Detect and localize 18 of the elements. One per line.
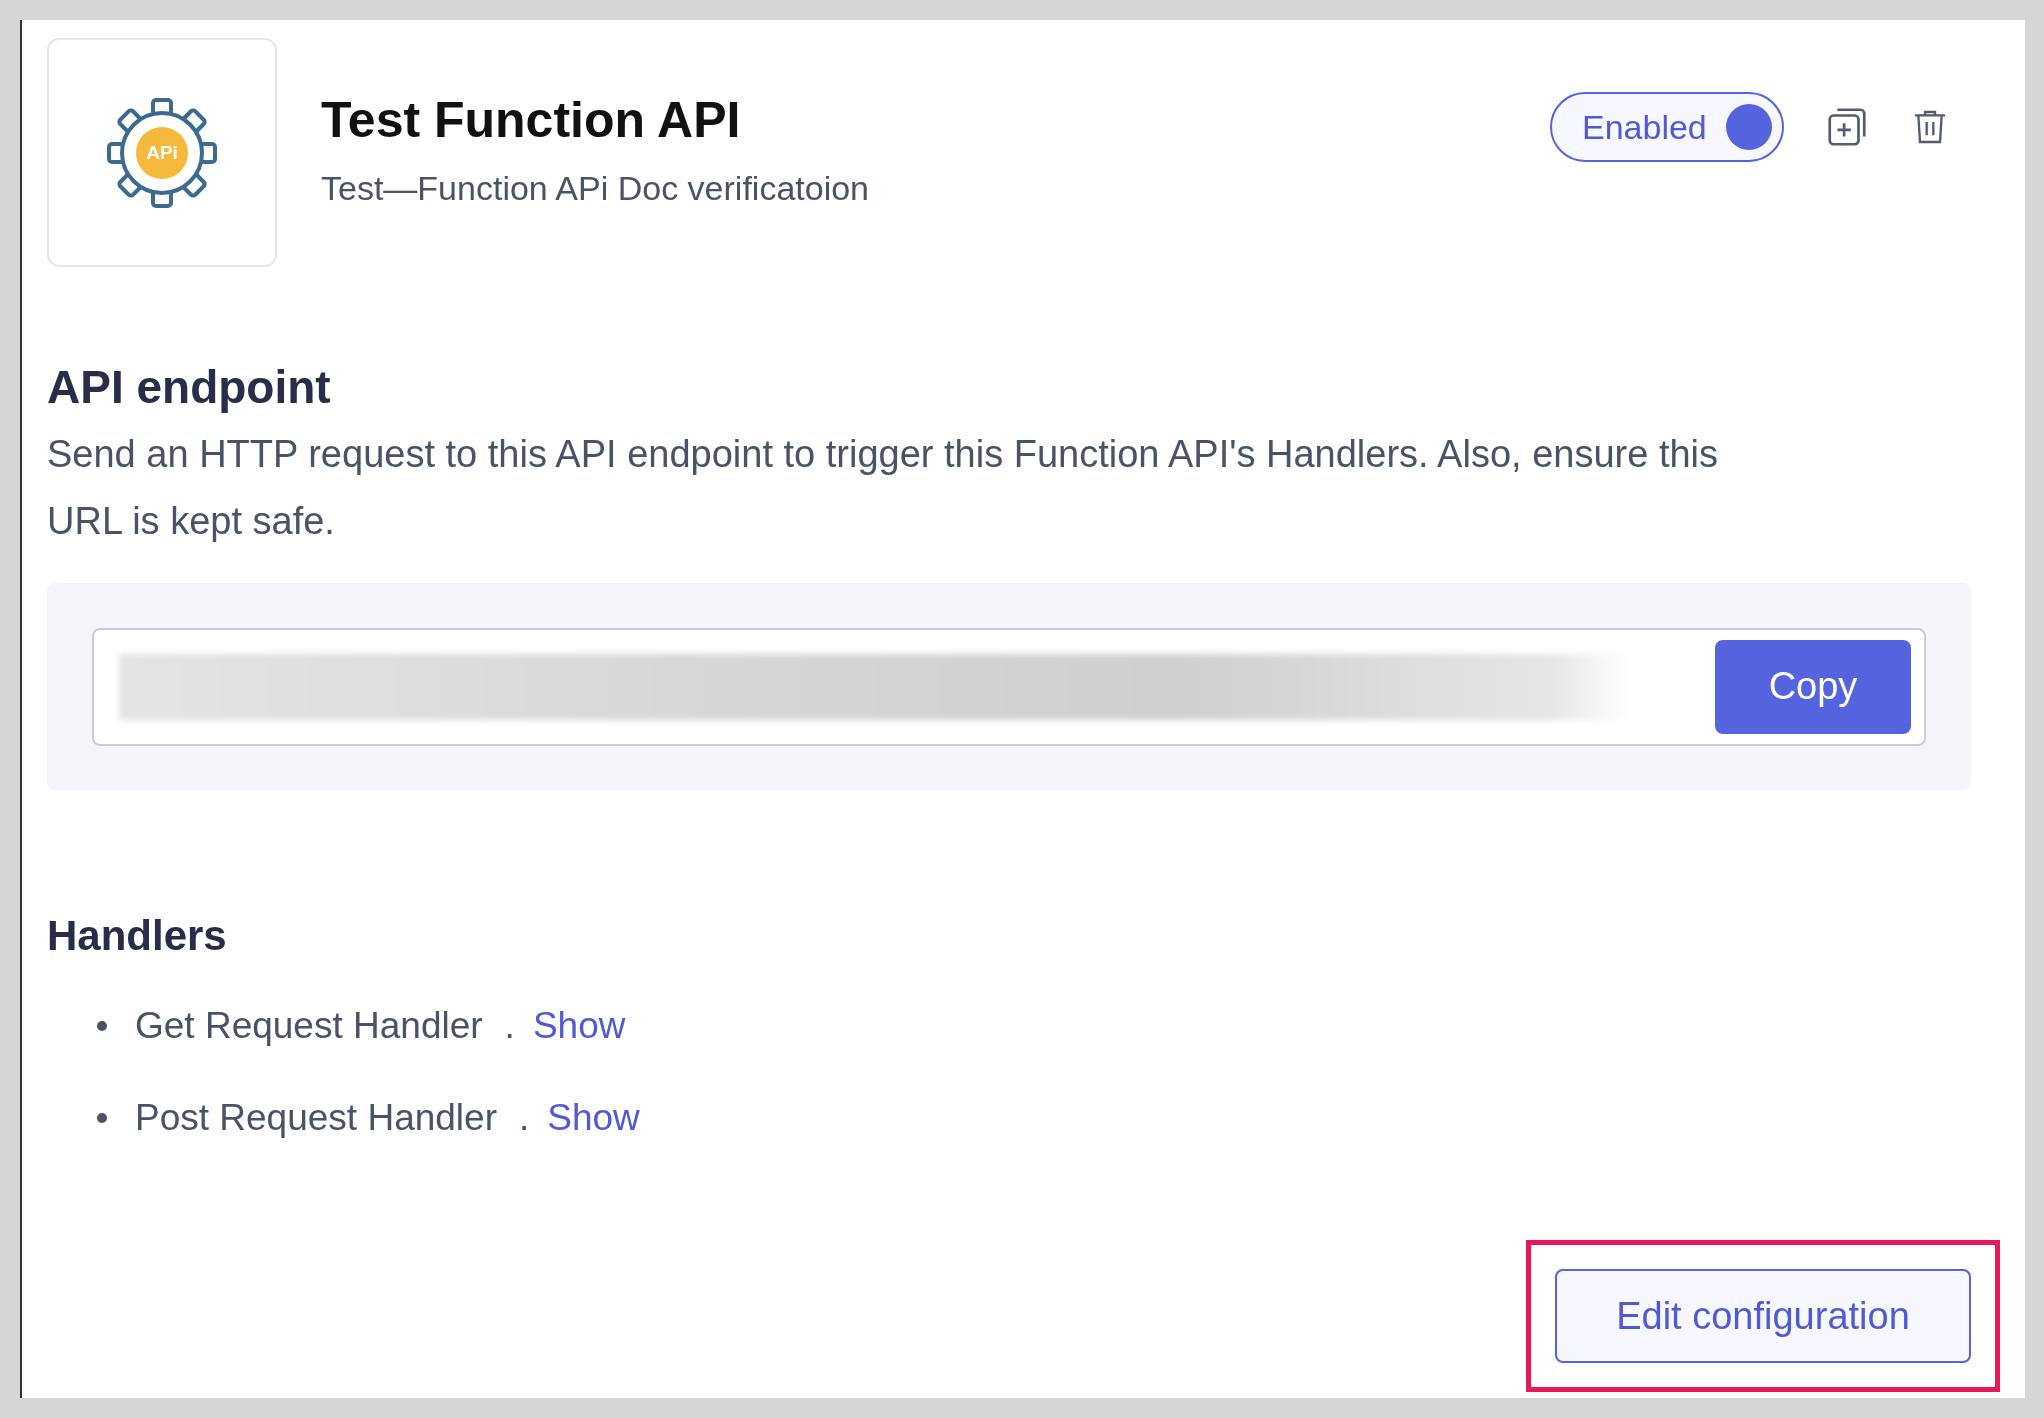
bullet-icon (97, 1113, 107, 1123)
bullet-icon (97, 1021, 107, 1031)
api-subtitle: Test—Function APi Doc verificatoion (321, 168, 870, 209)
edit-configuration-button[interactable]: Edit configuration (1555, 1269, 1971, 1363)
api-title: Test Function API (321, 91, 742, 150)
endpoint-description: Send an HTTP request to this API endpoint to trigger this Function API's Handlers. Also, ensure this URL is kept safe. (47, 432, 1720, 544)
enabled-toggle[interactable]: Enabled (1550, 92, 1784, 162)
copy-button[interactable]: Copy (1715, 639, 1911, 734)
handler-name: Post Request Handler (135, 1096, 497, 1141)
section-heading: API endpoint (47, 360, 332, 415)
section-heading: Handlers (47, 911, 228, 961)
logo-text: APi (146, 142, 178, 163)
separator-dot: . (519, 1096, 530, 1141)
handler-name: Get Request Handler (135, 1004, 483, 1049)
separator-dot: . (504, 1004, 515, 1049)
url-field[interactable]: Copy (92, 627, 1926, 746)
show-link[interactable]: Show (532, 998, 626, 1054)
show-link[interactable]: Show (547, 1090, 640, 1146)
